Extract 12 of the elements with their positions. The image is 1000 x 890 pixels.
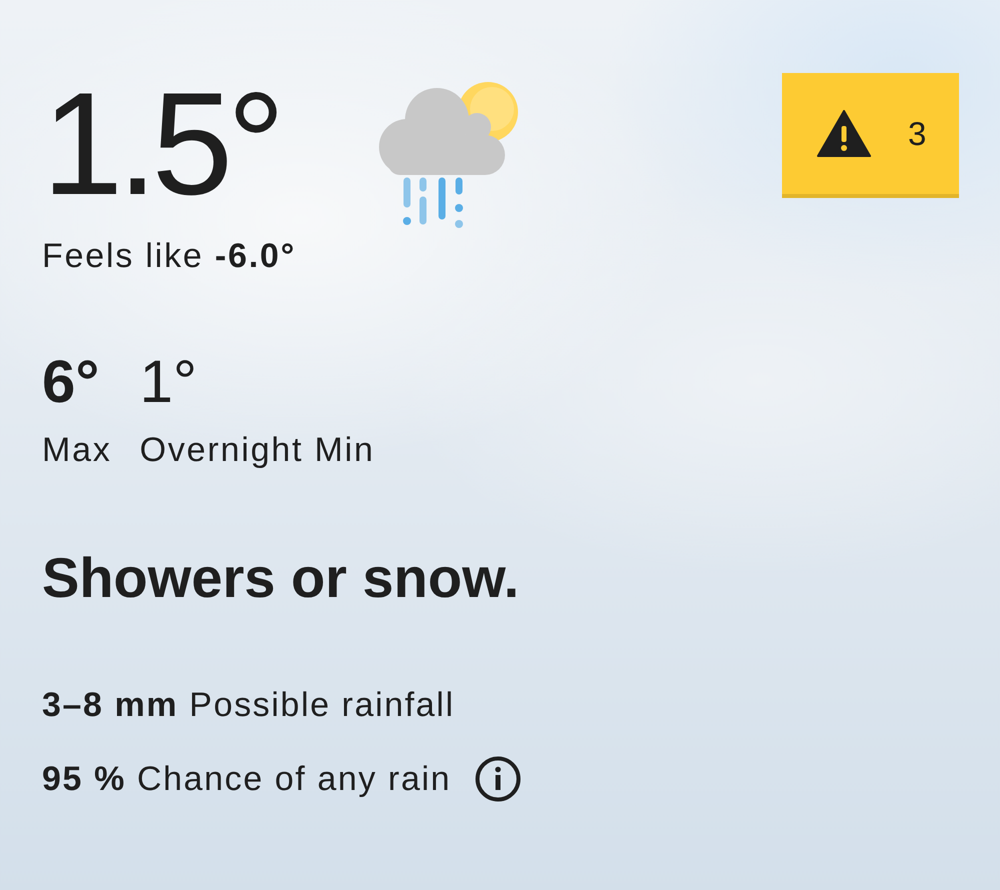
warnings-button[interactable]: 3 [782,73,959,198]
min-label: Overnight Min [140,430,375,470]
info-icon[interactable] [475,756,522,802]
forecast-summary: Showers or snow. [42,546,520,610]
max-temperature: 6° [42,350,100,414]
warning-icon [817,110,871,157]
rain-chance-text: 95 % Chance of any rain [42,759,452,799]
max-label: Max [42,430,112,470]
feels-like-text: Feels like -6.0° [42,236,296,276]
temperature-reading: 1.5° [42,71,280,217]
min-temperature: 1° [140,350,198,414]
rainfall-text: 3–8 mm Possible rainfall [42,685,455,725]
